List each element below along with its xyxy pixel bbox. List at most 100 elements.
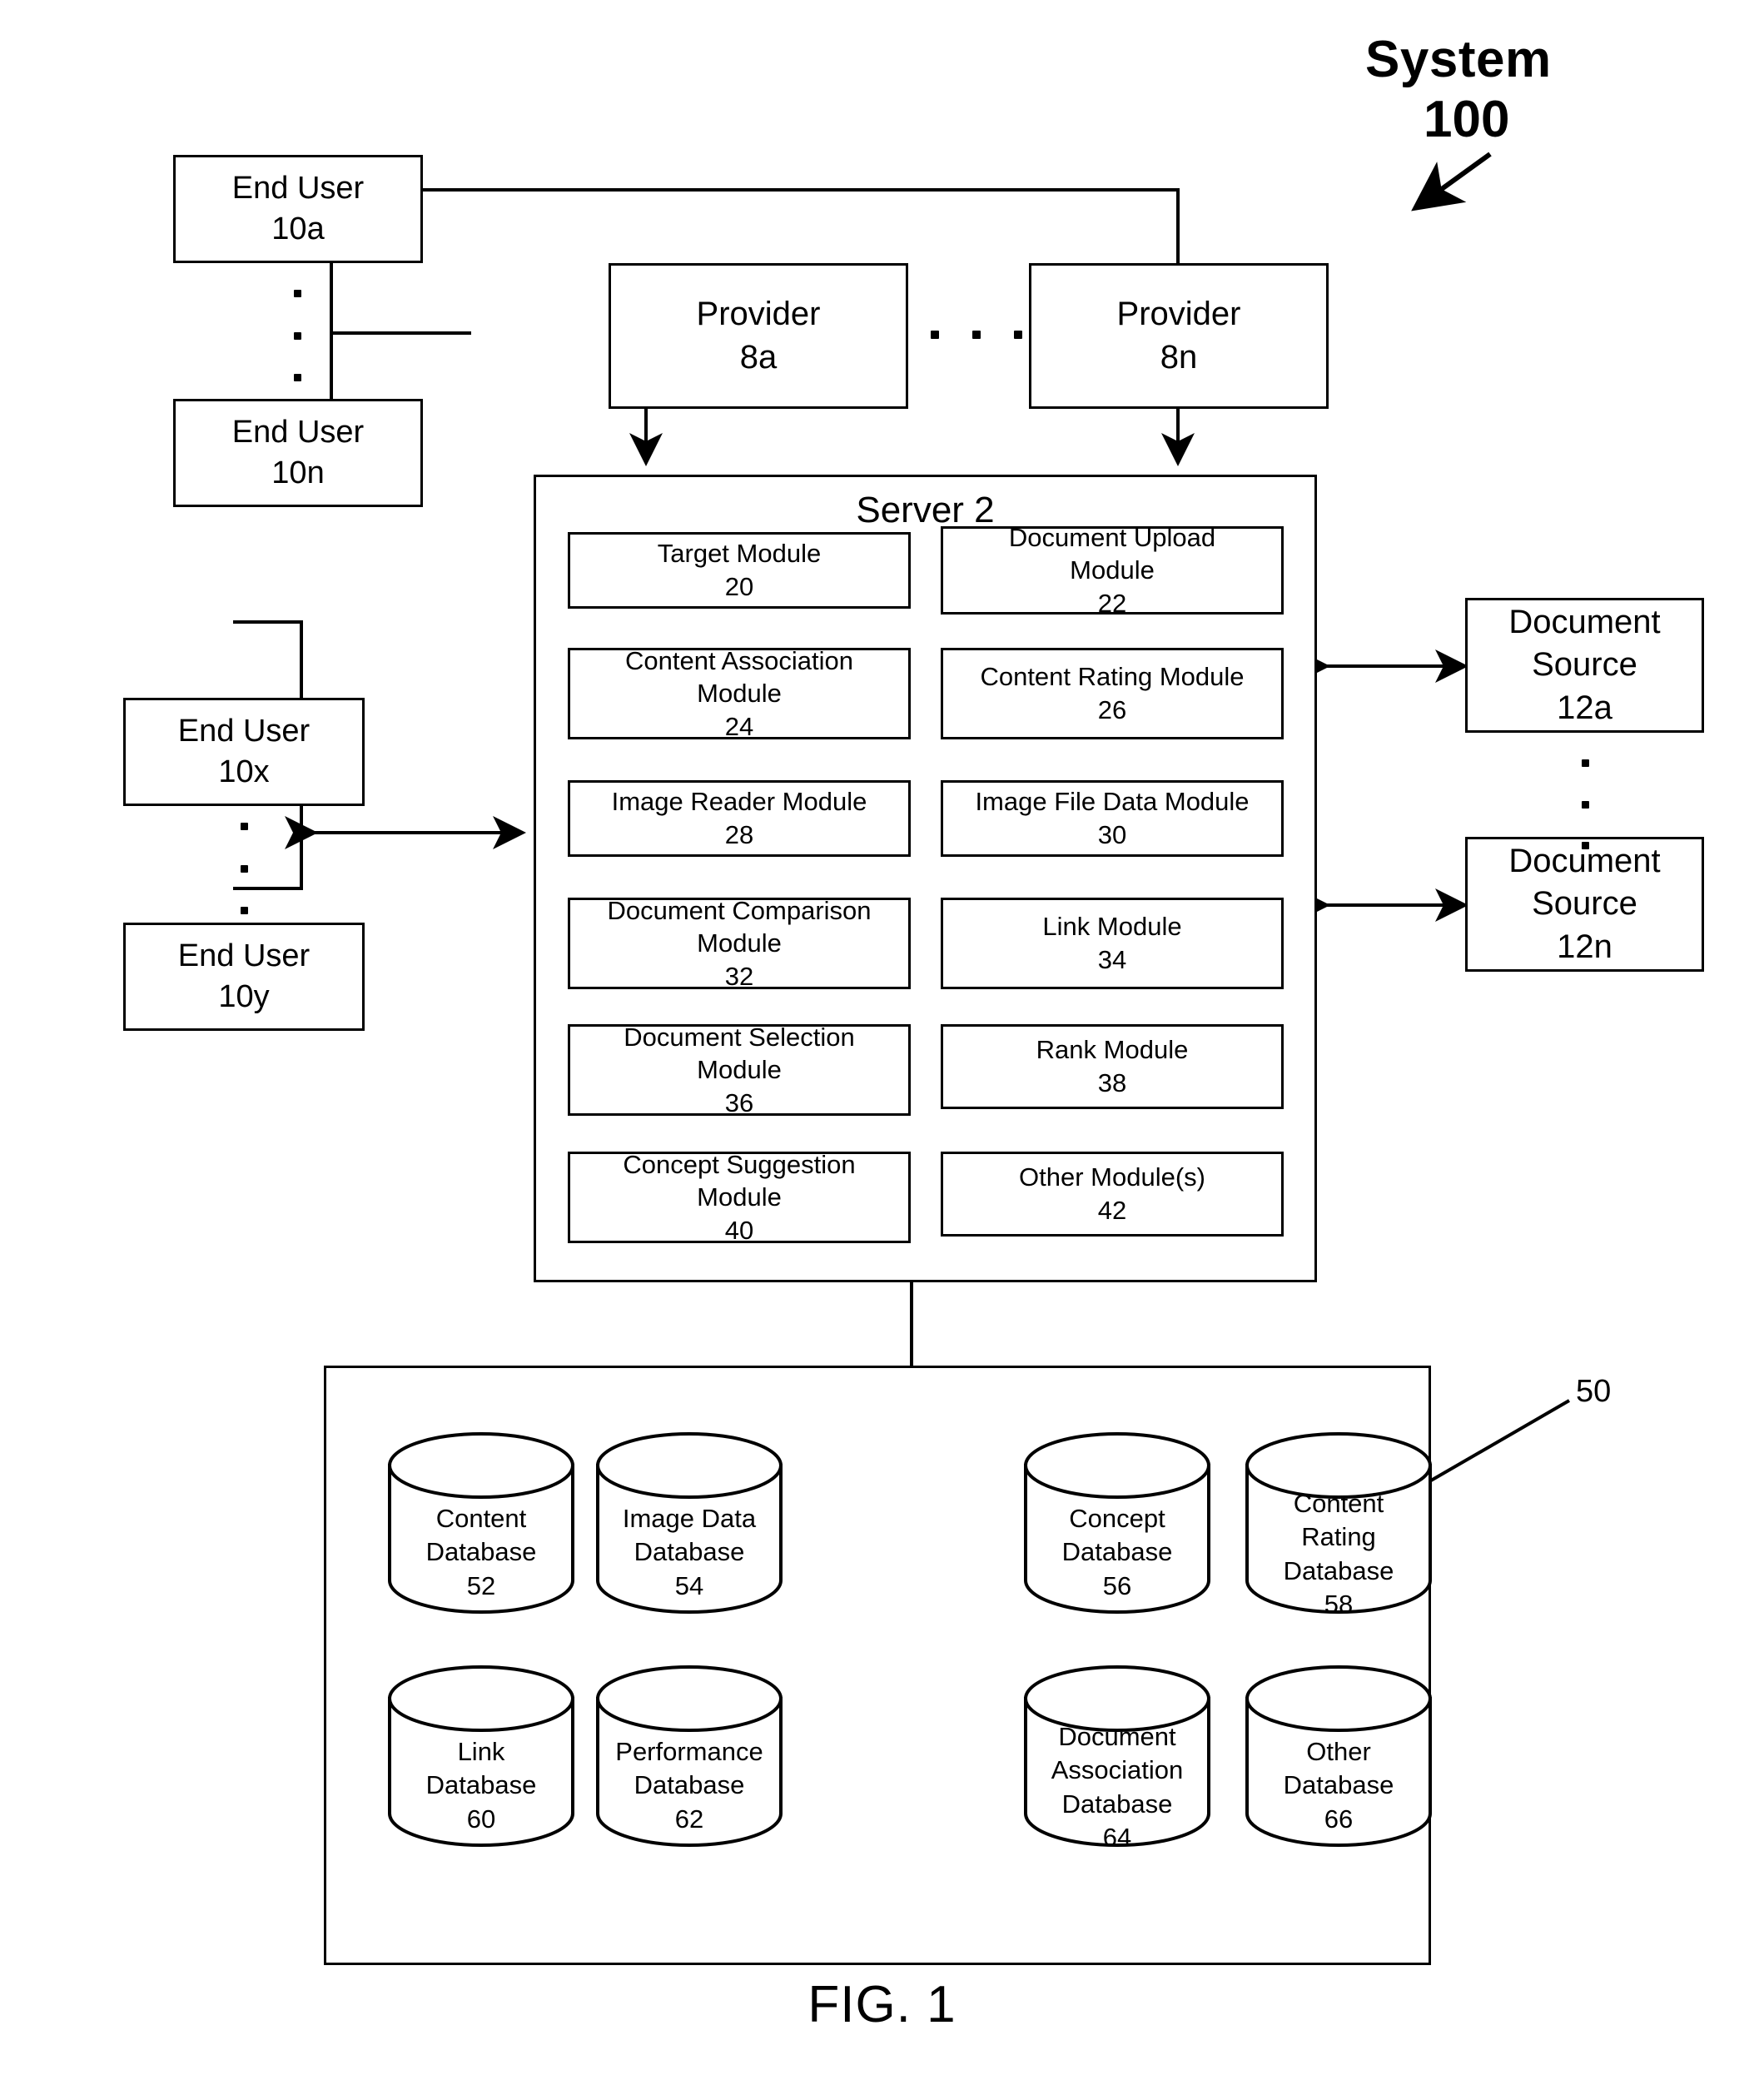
database-reference: 54 — [674, 1570, 704, 1600]
database-reference: 64 — [1102, 1822, 1132, 1852]
figure-caption: FIG. 1 — [807, 1976, 957, 2033]
node-label: Document — [1508, 604, 1661, 641]
module-label: Target Module — [657, 539, 822, 569]
database-label: Content — [1293, 1489, 1384, 1518]
database-content-rating-58[interactable]: Content Rating Database 58 — [1243, 1432, 1434, 1619]
module-content-rating-26[interactable]: Content Rating Module 26 — [941, 648, 1284, 739]
module-label-2: Module — [697, 679, 782, 709]
database-label-2: Database — [634, 1537, 745, 1567]
database-label: Other — [1306, 1737, 1371, 1766]
module-label-2: Module — [1070, 555, 1155, 585]
node-end-user-10x[interactable]: End User 10x — [123, 698, 365, 806]
patent-figure-1: System 100 50 FIG. 1 End User 10a End Us… — [0, 0, 1764, 2085]
database-label-2: Database — [634, 1770, 745, 1800]
module-label: Image File Data Module — [975, 787, 1250, 817]
node-document-source-12n[interactable]: Document Source 12n — [1465, 837, 1704, 972]
ellipsis-end-users-left — [240, 823, 248, 914]
module-label: Link Module — [1042, 912, 1182, 942]
dot — [931, 331, 939, 339]
database-group-reference-number: 50 — [1576, 1374, 1612, 1409]
module-label-2: Module — [697, 928, 782, 958]
database-document-association-64[interactable]: Document Association Database 64 — [1021, 1665, 1213, 1852]
module-target-20[interactable]: Target Module 20 — [568, 532, 911, 609]
module-reference: 24 — [724, 711, 754, 741]
database-label: Content — [435, 1504, 527, 1533]
database-reference: 66 — [1324, 1804, 1354, 1834]
database-content-52[interactable]: Content Database 52 — [385, 1432, 577, 1614]
module-label: Document Selection — [624, 1022, 855, 1052]
database-image-data-54[interactable]: Image Data Database 54 — [594, 1432, 785, 1614]
database-label: Performance — [615, 1737, 763, 1766]
node-label: End User — [231, 171, 365, 207]
database-performance-62[interactable]: Performance Database 62 — [594, 1665, 785, 1847]
module-reference: 36 — [724, 1087, 754, 1117]
dot — [240, 907, 248, 914]
node-provider-8n[interactable]: Provider 8n — [1029, 263, 1329, 409]
database-reference: 52 — [466, 1570, 496, 1600]
dot — [972, 331, 981, 339]
module-label: Content Rating Module — [980, 662, 1245, 692]
dot — [240, 823, 248, 830]
module-label: Image Reader Module — [611, 787, 867, 817]
dot — [240, 864, 248, 873]
node-label: End User — [177, 714, 311, 749]
node-reference: 10y — [218, 979, 270, 1014]
node-label-2: Source — [1532, 885, 1637, 923]
database-label: Link — [457, 1737, 505, 1766]
database-label-2: Database — [1061, 1537, 1173, 1567]
database-label: Image Data — [622, 1504, 757, 1533]
database-other-66[interactable]: Other Database 66 — [1243, 1665, 1434, 1847]
module-image-file-data-30[interactable]: Image File Data Module 30 — [941, 780, 1284, 857]
module-reference: 40 — [724, 1215, 754, 1245]
module-reference: 28 — [724, 820, 754, 849]
database-reference: 58 — [1324, 1589, 1354, 1619]
dot — [1581, 842, 1589, 849]
database-reference: 62 — [674, 1804, 704, 1834]
module-label: Document Comparison — [607, 895, 872, 925]
module-image-reader-28[interactable]: Image Reader Module 28 — [568, 780, 911, 857]
ellipsis-providers — [931, 330, 1022, 340]
node-reference: 12n — [1557, 928, 1612, 965]
dot — [293, 331, 301, 340]
module-concept-suggestion-40[interactable]: Concept Suggestion Module 40 — [568, 1150, 911, 1245]
ellipsis-end-users-top — [293, 290, 301, 381]
database-reference: 60 — [466, 1804, 496, 1834]
node-reference: 10a — [271, 211, 325, 246]
database-label-2: Rating — [1301, 1522, 1376, 1552]
module-other-42[interactable]: Other Module(s) 42 — [941, 1152, 1284, 1237]
node-reference: 10n — [271, 455, 325, 490]
dot — [1014, 331, 1022, 339]
node-end-user-10n[interactable]: End User 10n — [173, 399, 423, 507]
system-reference-number: 100 — [1424, 91, 1510, 148]
node-reference: 8n — [1160, 338, 1198, 376]
server-title: Server 2 — [856, 490, 995, 530]
module-label: Other Module(s) — [1019, 1162, 1205, 1192]
module-reference: 26 — [1097, 695, 1127, 724]
database-label-2: Database — [425, 1537, 537, 1567]
module-label: Rank Module — [1036, 1035, 1189, 1065]
module-reference: 22 — [1097, 588, 1127, 618]
database-reference: 56 — [1102, 1570, 1132, 1600]
module-document-upload-22[interactable]: Document Upload Module 22 — [941, 523, 1284, 618]
node-end-user-10y[interactable]: End User 10y — [123, 923, 365, 1031]
database-link-60[interactable]: Link Database 60 — [385, 1665, 577, 1847]
module-link-34[interactable]: Link Module 34 — [941, 898, 1284, 989]
module-document-comparison-32[interactable]: Document Comparison Module 32 — [568, 896, 911, 991]
module-reference: 20 — [724, 572, 754, 601]
node-document-source-12a[interactable]: Document Source 12a — [1465, 598, 1704, 733]
node-end-user-10a[interactable]: End User 10a — [173, 155, 423, 263]
dot — [293, 290, 301, 297]
node-reference: 10x — [218, 754, 270, 789]
module-content-association-24[interactable]: Content Association Module 24 — [568, 646, 911, 741]
module-reference: 42 — [1097, 1196, 1127, 1225]
database-concept-56[interactable]: Concept Database 56 — [1021, 1432, 1213, 1614]
module-reference: 32 — [724, 961, 754, 991]
module-rank-38[interactable]: Rank Module 38 — [941, 1024, 1284, 1109]
module-label: Concept Suggestion — [623, 1149, 856, 1179]
module-label-2: Module — [697, 1055, 782, 1085]
module-document-selection-36[interactable]: Document Selection Module 36 — [568, 1022, 911, 1117]
node-provider-8a[interactable]: Provider 8a — [609, 263, 908, 409]
database-label-2: Database — [425, 1770, 537, 1800]
module-label-2: Module — [697, 1182, 782, 1212]
ellipsis-document-sources — [1581, 759, 1589, 849]
